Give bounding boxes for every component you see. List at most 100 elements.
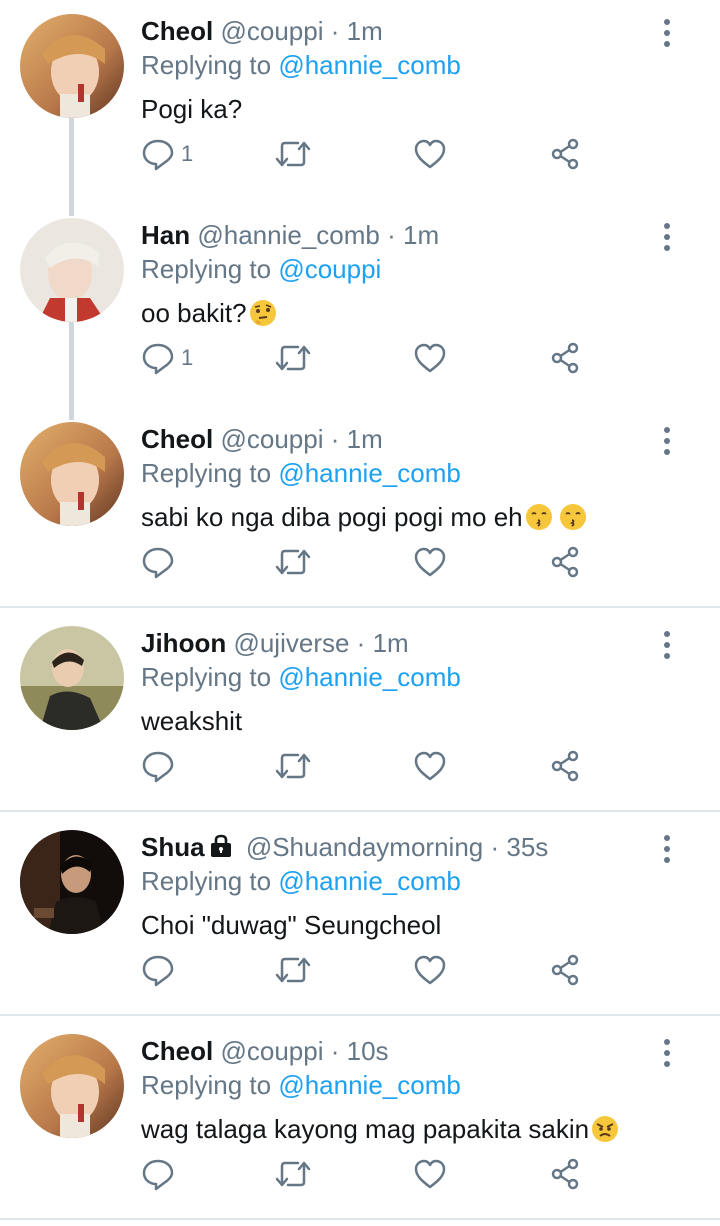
- tweet-actions: 1: [141, 134, 601, 174]
- avatar[interactable]: [20, 1034, 124, 1138]
- mention-link[interactable]: @hannie_comb: [278, 458, 461, 488]
- tweet[interactable]: Shua @Shuandaymorning · 35s Replying to …: [0, 816, 720, 1014]
- timestamp[interactable]: 35s: [506, 832, 548, 862]
- reply-icon: [142, 1159, 174, 1191]
- reply-button[interactable]: 1: [141, 338, 193, 378]
- like-button[interactable]: [413, 338, 447, 378]
- user-handle[interactable]: @ujiverse: [233, 628, 349, 658]
- tweet-actions: 1: [141, 338, 601, 378]
- like-button[interactable]: [413, 746, 447, 786]
- reply-icon: [142, 547, 174, 579]
- tweet-actions: [141, 542, 601, 582]
- timestamp[interactable]: 1m: [347, 16, 383, 46]
- share-button[interactable]: [549, 746, 583, 786]
- user-handle[interactable]: @couppi: [220, 424, 323, 454]
- share-icon: [551, 1158, 579, 1190]
- user-handle[interactable]: @couppi: [220, 1036, 323, 1066]
- mention-link[interactable]: @hannie_comb: [278, 866, 461, 896]
- tweet-actions: [141, 746, 601, 786]
- retweet-button[interactable]: [274, 542, 312, 582]
- tweet-header: Cheol @couppi · 1m: [141, 14, 383, 48]
- tweet[interactable]: Han @hannie_comb · 1m Replying to @coupp…: [0, 204, 720, 420]
- retweet-button[interactable]: [274, 746, 312, 786]
- more-options-icon[interactable]: [662, 1038, 672, 1068]
- reply-button[interactable]: [141, 1154, 181, 1194]
- share-button[interactable]: [549, 950, 583, 990]
- tweet[interactable]: Cheol @couppi · 1m Replying to @hannie_c…: [0, 0, 720, 216]
- more-options-icon[interactable]: [662, 834, 672, 864]
- avatar[interactable]: [20, 218, 124, 322]
- separator-dot: ·: [330, 16, 340, 46]
- reply-button[interactable]: 1: [141, 134, 193, 174]
- share-button[interactable]: [549, 338, 583, 378]
- tweet[interactable]: Jihoon @ujiverse · 1m Replying to @hanni…: [0, 612, 720, 810]
- thread-line: [69, 322, 74, 420]
- reply-button[interactable]: [141, 746, 181, 786]
- tweet-text-row: wag talaga kayong mag papakita sakin: [141, 1112, 619, 1146]
- retweet-button[interactable]: [274, 134, 312, 174]
- retweet-button[interactable]: [274, 950, 312, 990]
- tweet[interactable]: Cheol @couppi · 1m Replying to @hannie_c…: [0, 408, 720, 606]
- replying-to-label: Replying to: [141, 1070, 272, 1100]
- user-handle[interactable]: @couppi: [220, 16, 323, 46]
- retweet-button[interactable]: [274, 338, 312, 378]
- divider: [0, 606, 720, 608]
- reply-button[interactable]: [141, 950, 181, 990]
- timestamp[interactable]: 10s: [347, 1036, 389, 1066]
- heart-icon: [414, 139, 446, 169]
- more-options-icon[interactable]: [662, 426, 672, 456]
- tweet-header: Shua @Shuandaymorning · 35s: [141, 830, 548, 864]
- timestamp[interactable]: 1m: [347, 424, 383, 454]
- mention-link[interactable]: @hannie_comb: [278, 1070, 461, 1100]
- user-handle[interactable]: @Shuandaymorning: [246, 832, 483, 862]
- mention-link[interactable]: @couppi: [278, 254, 381, 284]
- reply-count: 1: [181, 345, 194, 370]
- retweet-button[interactable]: [274, 1154, 312, 1194]
- like-button[interactable]: [413, 950, 447, 990]
- share-button[interactable]: [549, 134, 583, 174]
- share-icon: [551, 342, 579, 374]
- like-button[interactable]: [413, 1154, 447, 1194]
- mention-link[interactable]: @hannie_comb: [278, 662, 461, 692]
- thread-line: [69, 118, 74, 216]
- more-options-icon[interactable]: [662, 630, 672, 660]
- display-name[interactable]: Cheol: [141, 424, 213, 454]
- avatar[interactable]: [20, 626, 124, 730]
- share-button[interactable]: [549, 1154, 583, 1194]
- avatar[interactable]: [20, 830, 124, 934]
- display-name[interactable]: Shua: [141, 832, 205, 862]
- retweet-icon: [275, 753, 311, 779]
- kissing-face-icon: [525, 504, 552, 530]
- tweet[interactable]: Cheol @couppi · 10s Replying to @hannie_…: [0, 1020, 720, 1218]
- display-name[interactable]: Cheol: [141, 1036, 213, 1066]
- replying-to: Replying to @hannie_comb: [141, 48, 461, 82]
- avatar[interactable]: [20, 14, 124, 118]
- more-options-icon[interactable]: [662, 18, 672, 48]
- like-button[interactable]: [413, 542, 447, 582]
- user-handle[interactable]: @hannie_comb: [197, 220, 380, 250]
- timestamp[interactable]: 1m: [403, 220, 439, 250]
- mention-link[interactable]: @hannie_comb: [278, 50, 461, 80]
- more-options-icon[interactable]: [662, 222, 672, 252]
- replying-to: Replying to @hannie_comb: [141, 1068, 461, 1102]
- kissing-face-icon: [559, 504, 586, 530]
- replying-to-label: Replying to: [141, 866, 272, 896]
- display-name[interactable]: Han: [141, 220, 190, 250]
- retweet-icon: [275, 141, 311, 167]
- tweet-actions: [141, 950, 601, 990]
- share-icon: [551, 546, 579, 578]
- avatar[interactable]: [20, 422, 124, 526]
- like-button[interactable]: [413, 134, 447, 174]
- retweet-icon: [275, 345, 311, 371]
- reply-icon: [142, 751, 174, 783]
- reply-button[interactable]: [141, 542, 181, 582]
- display-name[interactable]: Jihoon: [141, 628, 226, 658]
- replying-to-label: Replying to: [141, 458, 272, 488]
- replying-to-label: Replying to: [141, 254, 272, 284]
- tweet-text: wag talaga kayong mag papakita sakin: [141, 1114, 590, 1144]
- display-name[interactable]: Cheol: [141, 16, 213, 46]
- separator-dot: ·: [330, 424, 340, 454]
- share-button[interactable]: [549, 542, 583, 582]
- timestamp[interactable]: 1m: [373, 628, 409, 658]
- share-icon: [551, 750, 579, 782]
